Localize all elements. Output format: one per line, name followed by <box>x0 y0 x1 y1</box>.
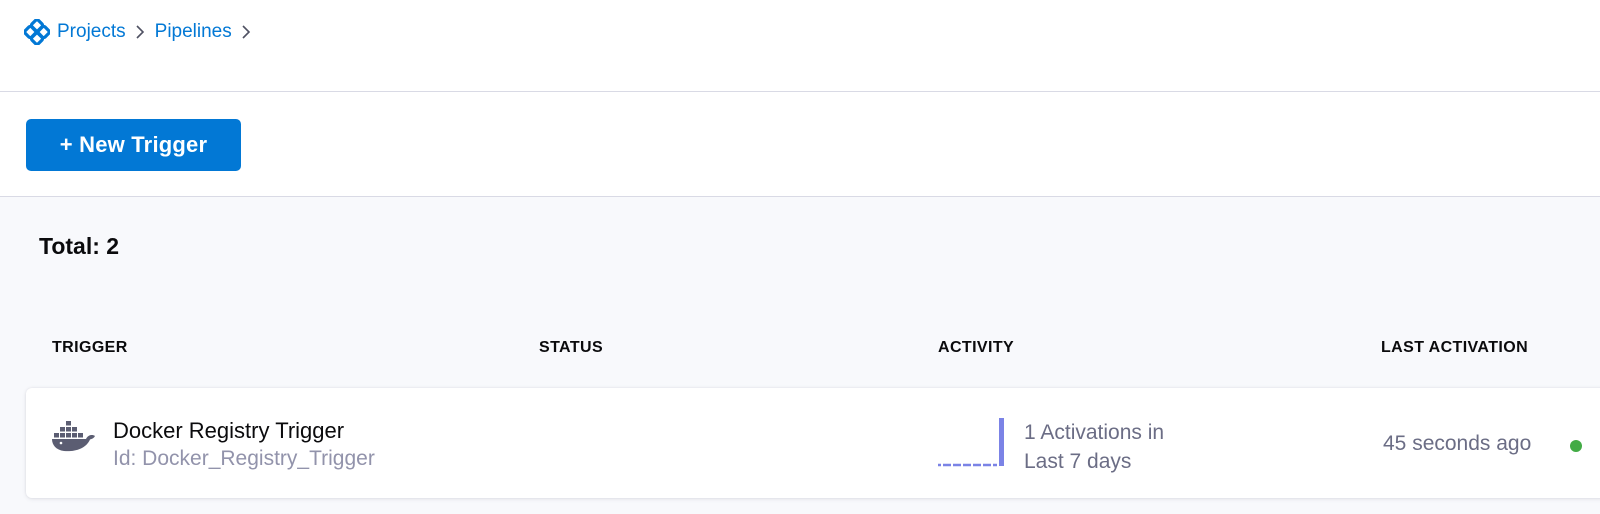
toolbar: + New Trigger <box>0 92 1600 197</box>
column-header-last-activation[interactable]: LAST ACTIVATION <box>1381 339 1528 357</box>
new-trigger-button[interactable]: + New Trigger <box>26 119 241 171</box>
column-header-status[interactable]: STATUS <box>539 339 603 357</box>
activity-sparkline <box>938 418 1004 467</box>
trigger-name: Docker Registry Trigger <box>113 418 345 443</box>
activity-period-text: Last 7 days <box>1024 450 1132 473</box>
status-dot <box>1570 440 1582 452</box>
docker-icon <box>52 418 96 452</box>
breadcrumb: Projects Pipelines <box>24 18 261 46</box>
harness-logo-icon[interactable] <box>24 19 50 45</box>
activity-count-text: 1 Activations in <box>1024 421 1165 444</box>
last-activation-time: 45 seconds ago <box>1383 432 1532 455</box>
chevron-right-icon <box>241 24 251 40</box>
table-row[interactable]: Docker Registry Trigger Id: Docker_Regis… <box>26 388 1600 498</box>
activity-summary: 1 Activations in Last 7 days <box>1024 418 1164 476</box>
chevron-right-icon <box>135 24 145 40</box>
top-bar: Projects Pipelines <box>0 0 1600 92</box>
column-header-trigger[interactable]: TRIGGER <box>52 339 128 357</box>
breadcrumb-projects-link[interactable]: Projects <box>57 21 126 43</box>
total-count: Total: 2 <box>39 233 120 259</box>
column-header-activity[interactable]: ACTIVITY <box>938 339 1014 357</box>
activity-bar <box>999 418 1004 466</box>
triggers-list-section: Total: 2 TRIGGER STATUS ACTIVITY LAST AC… <box>0 197 1600 514</box>
trigger-id: Id: Docker_Registry_Trigger <box>113 447 375 470</box>
breadcrumb-pipelines-link[interactable]: Pipelines <box>155 21 232 43</box>
